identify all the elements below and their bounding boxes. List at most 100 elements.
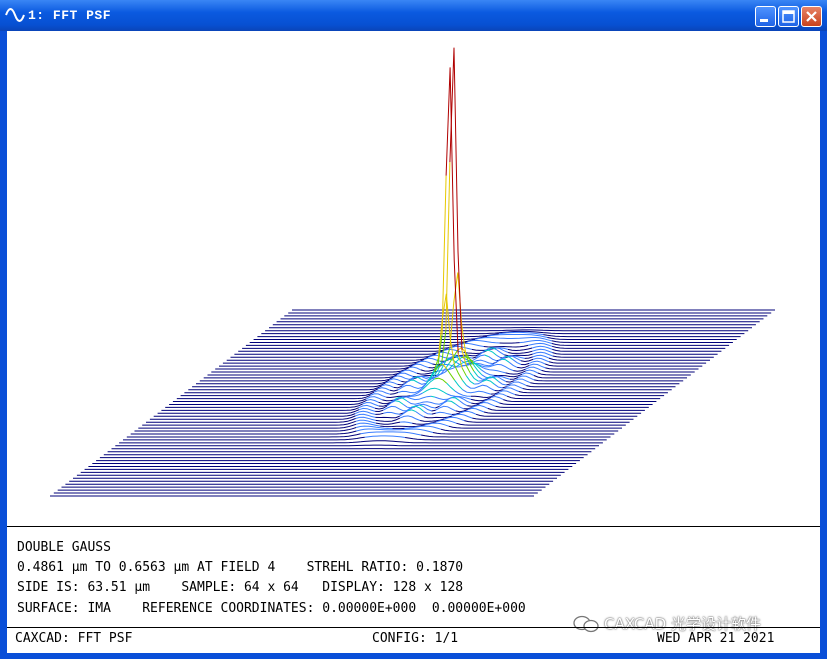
surface-line [161,407,359,411]
surface-line [494,383,503,389]
client-area: DOUBLE GAUSS 0.4861 µm TO 0.6563 µm AT F… [7,31,820,653]
surface-line [501,358,510,363]
footer-config: CONFIG: 1/1 [372,631,459,646]
surface-line [475,413,638,417]
surface-line [521,362,530,366]
surface-line [377,387,391,391]
window-title: 1: FFT PSF [28,8,112,23]
surface-line [541,369,695,373]
surface-line [499,342,520,344]
psf-3d-plot [50,47,775,497]
sine-wave-icon[interactable] [5,6,25,24]
close-button[interactable] [801,6,822,27]
surface-line [462,379,467,386]
surface-line [496,354,501,359]
title-bar[interactable]: 1: FFT PSF [0,0,827,31]
surface-line [498,380,507,386]
surface-line [526,385,676,388]
surface-line [484,354,489,358]
surface-line [405,437,607,441]
surface-line [366,398,379,403]
surface-line [482,379,495,385]
surface-line [525,369,539,374]
surface-line [465,364,471,374]
surface-line [513,368,526,372]
surface-line [521,372,535,376]
surface-line [472,417,634,420]
surface-line [464,420,630,423]
maximize-button[interactable] [778,6,799,27]
surface-line [119,440,603,444]
surface-line [355,410,376,415]
surface-line [360,431,422,436]
surface-line [226,356,429,361]
surface-line [219,362,417,367]
surface-reference-line: SURFACE: IMA REFERENCE COORDINATES: 0.00… [17,601,526,616]
surface-line [548,357,710,361]
surface-line [522,388,672,391]
wechat-icon [573,615,599,632]
surface-line [375,409,384,413]
surface-line [503,399,657,402]
surface-line [408,366,422,371]
surface-line [448,425,622,429]
surface-line [488,356,497,362]
surface-line [514,394,665,397]
surface-line [445,162,451,331]
surface-line [545,363,703,367]
surface-line [508,361,518,368]
surface-line [358,404,376,409]
surface-line [419,404,424,408]
minimize-button[interactable] [755,6,776,27]
surface-line [242,345,456,349]
surface-line [447,400,456,405]
minimize-icon [760,19,768,22]
surface-line [491,395,504,401]
surface-line [494,389,503,392]
surface-line [436,419,457,424]
surface-line [381,384,394,388]
footer-left: CAXCAD: FFT PSF [15,631,133,646]
surface-line [409,379,419,383]
close-icon [806,11,817,22]
surface-line [552,348,722,352]
surface-line [487,334,548,338]
surface-line [459,410,477,415]
surface-line [364,435,406,438]
surface-line [172,398,367,402]
surface-line [123,436,365,441]
surface-line [382,404,420,412]
surface-line [415,411,425,418]
surface-line [390,391,399,395]
surface-line [530,382,680,385]
surface-line [435,411,452,415]
surface-line [400,421,413,424]
surface-line [506,380,515,383]
surface-line [443,348,465,353]
surface-line [483,344,529,348]
surface-line [355,413,376,418]
surface-line [456,422,626,426]
surface-line [431,409,436,412]
surface-line [466,384,495,391]
surface-line [355,416,376,421]
surface-line [153,413,356,417]
surface-line [499,402,653,405]
surface-line [423,410,432,415]
surface-line [547,337,737,340]
surface-line [483,411,642,414]
surface-line [407,409,416,413]
surface-line [358,407,376,412]
surface-line [115,444,599,447]
surface-line [543,334,741,338]
surface-line [446,368,456,381]
surface-line [451,397,460,402]
surface-line [552,352,718,355]
wavelength-strehl-line: 0.4861 µm TO 0.6563 µm AT FIELD 4 STREHL… [17,560,464,575]
lens-name: DOUBLE GAUSS [17,540,111,555]
surface-line [532,354,550,359]
maximize-icon [782,10,795,23]
surface-line [506,395,661,400]
surface-line [383,411,400,415]
surface-line [467,407,485,413]
